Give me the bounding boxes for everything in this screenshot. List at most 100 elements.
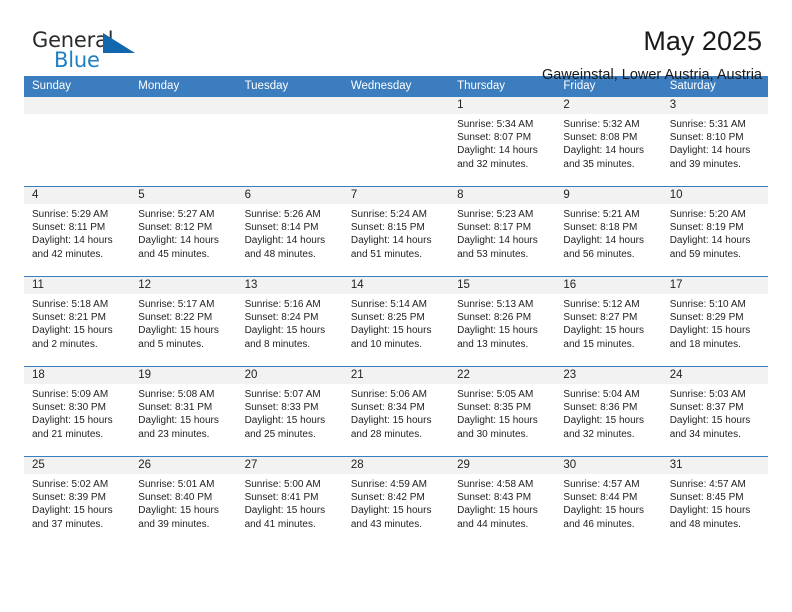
sunset-text: Sunset: 8:26 PM — [457, 312, 532, 324]
day-details: Sunrise: 5:05 AM Sunset: 8:35 PM Dayligh… — [449, 384, 555, 441]
day-number: 24 — [661, 367, 768, 384]
daylight-text-line2: and 45 minutes. — [138, 248, 210, 260]
day-number: 2 — [555, 97, 662, 114]
daylight-text-line2: and 48 minutes. — [244, 248, 316, 260]
day-cell[interactable]: 14 Sunrise: 5:14 AM Sunset: 8:25 PM Dayl… — [342, 277, 450, 366]
day-cell[interactable]: 31 Sunrise: 4:57 AM Sunset: 8:45 PM Dayl… — [661, 457, 768, 546]
day-cell[interactable]: 24 Sunrise: 5:03 AM Sunset: 8:37 PM Dayl… — [661, 367, 768, 456]
sunrise-text: Sunrise: 5:02 AM — [32, 479, 109, 490]
sunset-text: Sunset: 8:25 PM — [350, 312, 425, 324]
weekday-header-tuesday: Tuesday — [244, 80, 289, 92]
day-details: Sunrise: 5:04 AM Sunset: 8:36 PM Dayligh… — [555, 384, 661, 441]
general-blue-logo[interactable]: General Blue — [32, 26, 152, 78]
day-cell[interactable]: 29 Sunrise: 4:58 AM Sunset: 8:43 PM Dayl… — [449, 457, 556, 546]
daylight-text-line2: and 42 minutes. — [32, 248, 104, 260]
day-cell[interactable]: 10 Sunrise: 5:20 AM Sunset: 8:19 PM Dayl… — [661, 187, 768, 276]
calendar-page: General Blue May 2025 Gaweinstal, Lower … — [0, 0, 792, 612]
day-cell[interactable]: 23 Sunrise: 5:04 AM Sunset: 8:36 PM Dayl… — [555, 367, 662, 456]
day-cell[interactable]: 17 Sunrise: 5:10 AM Sunset: 8:29 PM Dayl… — [661, 277, 768, 366]
sunset-text: Sunset: 8:43 PM — [457, 492, 532, 504]
day-cell[interactable]: 3 Sunrise: 5:31 AM Sunset: 8:10 PM Dayli… — [661, 97, 768, 186]
day-number: 13 — [236, 277, 343, 294]
day-number: 8 — [449, 187, 556, 204]
sunset-text: Sunset: 8:34 PM — [350, 402, 425, 414]
day-cell[interactable]: 4 Sunrise: 5:29 AM Sunset: 8:11 PM Dayli… — [24, 187, 131, 276]
daylight-text-line2: and 28 minutes. — [350, 428, 423, 440]
sunset-text: Sunset: 8:41 PM — [244, 492, 319, 504]
day-cell[interactable]: 28 Sunrise: 4:59 AM Sunset: 8:42 PM Dayl… — [342, 457, 450, 546]
day-cell[interactable]: 7 Sunrise: 5:24 AM Sunset: 8:15 PM Dayli… — [342, 187, 450, 276]
daylight-text-line2: and 35 minutes. — [563, 158, 635, 170]
daylight-text-line1: Daylight: 15 hours — [350, 325, 432, 337]
sunrise-text: Sunrise: 5:27 AM — [138, 209, 215, 220]
day-details: Sunrise: 5:31 AM Sunset: 8:10 PM Dayligh… — [662, 114, 768, 171]
day-cell[interactable]: 2 Sunrise: 5:32 AM Sunset: 8:08 PM Dayli… — [555, 97, 662, 186]
day-details: Sunrise: 5:34 AM Sunset: 8:07 PM Dayligh… — [449, 114, 555, 171]
day-number — [24, 97, 131, 114]
daylight-text-line1: Daylight: 15 hours — [457, 505, 538, 517]
day-details: Sunrise: 5:26 AM Sunset: 8:14 PM Dayligh… — [237, 204, 343, 261]
day-cell[interactable]: 15 Sunrise: 5:13 AM Sunset: 8:26 PM Dayl… — [449, 277, 556, 366]
day-number: 6 — [236, 187, 343, 204]
sunrise-text: Sunrise: 5:04 AM — [563, 389, 640, 400]
day-number: 10 — [661, 187, 768, 204]
day-cell[interactable]: 13 Sunrise: 5:16 AM Sunset: 8:24 PM Dayl… — [236, 277, 343, 366]
daylight-text-line2: and 23 minutes. — [138, 428, 210, 440]
sunset-text: Sunset: 8:37 PM — [669, 402, 744, 414]
week-row: 18 Sunrise: 5:09 AM Sunset: 8:30 PM Dayl… — [24, 366, 768, 456]
day-cell[interactable]: 19 Sunrise: 5:08 AM Sunset: 8:31 PM Dayl… — [130, 367, 237, 456]
day-cell[interactable]: 30 Sunrise: 4:57 AM Sunset: 8:44 PM Dayl… — [555, 457, 662, 546]
day-cell[interactable]: 26 Sunrise: 5:01 AM Sunset: 8:40 PM Dayl… — [130, 457, 237, 546]
day-cell[interactable]: 20 Sunrise: 5:07 AM Sunset: 8:33 PM Dayl… — [236, 367, 343, 456]
daylight-text-line1: Daylight: 14 hours — [563, 145, 645, 157]
day-number — [236, 97, 343, 114]
day-cell[interactable]: 9 Sunrise: 5:21 AM Sunset: 8:18 PM Dayli… — [555, 187, 662, 276]
day-cell[interactable]: 27 Sunrise: 5:00 AM Sunset: 8:41 PM Dayl… — [236, 457, 343, 546]
weekday-header-row: Sunday Monday Tuesday Wednesday Thursday… — [24, 76, 768, 97]
day-cell[interactable]: 12 Sunrise: 5:17 AM Sunset: 8:22 PM Dayl… — [130, 277, 237, 366]
sunset-text: Sunset: 8:08 PM — [563, 132, 638, 144]
sunrise-text: Sunrise: 4:57 AM — [563, 479, 640, 490]
day-cell[interactable]: 25 Sunrise: 5:02 AM Sunset: 8:39 PM Dayl… — [24, 457, 131, 546]
day-details: Sunrise: 5:07 AM Sunset: 8:33 PM Dayligh… — [237, 384, 343, 441]
day-number: 15 — [449, 277, 556, 294]
daylight-text-line2: and 51 minutes. — [350, 248, 423, 260]
day-cell[interactable]: 11 Sunrise: 5:18 AM Sunset: 8:21 PM Dayl… — [24, 277, 131, 366]
sunrise-sunset-calendar: Sunday Monday Tuesday Wednesday Thursday… — [24, 76, 768, 546]
day-details — [24, 114, 130, 118]
sunrise-text: Sunrise: 4:58 AM — [457, 479, 534, 490]
sunset-text: Sunset: 8:14 PM — [244, 222, 319, 234]
day-details: Sunrise: 5:18 AM Sunset: 8:21 PM Dayligh… — [24, 294, 130, 351]
day-cell[interactable]: 16 Sunrise: 5:12 AM Sunset: 8:27 PM Dayl… — [555, 277, 662, 366]
day-number: 3 — [661, 97, 768, 114]
sunset-text: Sunset: 8:44 PM — [563, 492, 638, 504]
day-cell[interactable]: 1 Sunrise: 5:34 AM Sunset: 8:07 PM Dayli… — [449, 97, 556, 186]
day-cell[interactable]: 22 Sunrise: 5:05 AM Sunset: 8:35 PM Dayl… — [449, 367, 556, 456]
day-number: 7 — [342, 187, 450, 204]
sunrise-text: Sunrise: 5:29 AM — [32, 209, 109, 220]
day-details: Sunrise: 5:02 AM Sunset: 8:39 PM Dayligh… — [24, 474, 130, 531]
sunrise-text: Sunrise: 5:12 AM — [563, 299, 640, 310]
day-cell[interactable]: 5 Sunrise: 5:27 AM Sunset: 8:12 PM Dayli… — [130, 187, 237, 276]
daylight-text-line2: and 21 minutes. — [32, 428, 104, 440]
day-cell — [236, 97, 343, 186]
day-details: Sunrise: 5:08 AM Sunset: 8:31 PM Dayligh… — [130, 384, 236, 441]
day-number: 20 — [236, 367, 343, 384]
daylight-text-line1: Daylight: 15 hours — [563, 415, 645, 427]
day-cell[interactable]: 8 Sunrise: 5:23 AM Sunset: 8:17 PM Dayli… — [449, 187, 556, 276]
day-cell[interactable]: 21 Sunrise: 5:06 AM Sunset: 8:34 PM Dayl… — [342, 367, 450, 456]
day-cell[interactable]: 6 Sunrise: 5:26 AM Sunset: 8:14 PM Dayli… — [236, 187, 343, 276]
daylight-text-line2: and 53 minutes. — [457, 248, 529, 260]
sunrise-text: Sunrise: 5:14 AM — [350, 299, 427, 310]
daylight-text-line1: Daylight: 15 hours — [350, 505, 432, 517]
daylight-text-line1: Daylight: 15 hours — [563, 505, 645, 517]
day-number: 23 — [555, 367, 662, 384]
day-cell[interactable]: 18 Sunrise: 5:09 AM Sunset: 8:30 PM Dayl… — [24, 367, 131, 456]
sunrise-text: Sunrise: 5:13 AM — [457, 299, 534, 310]
day-details: Sunrise: 4:58 AM Sunset: 8:43 PM Dayligh… — [449, 474, 555, 531]
day-details — [343, 114, 449, 118]
week-row: 4 Sunrise: 5:29 AM Sunset: 8:11 PM Dayli… — [24, 186, 768, 276]
daylight-text-line1: Daylight: 15 hours — [138, 325, 219, 337]
sunrise-text: Sunrise: 5:10 AM — [669, 299, 746, 310]
day-number: 18 — [24, 367, 131, 384]
